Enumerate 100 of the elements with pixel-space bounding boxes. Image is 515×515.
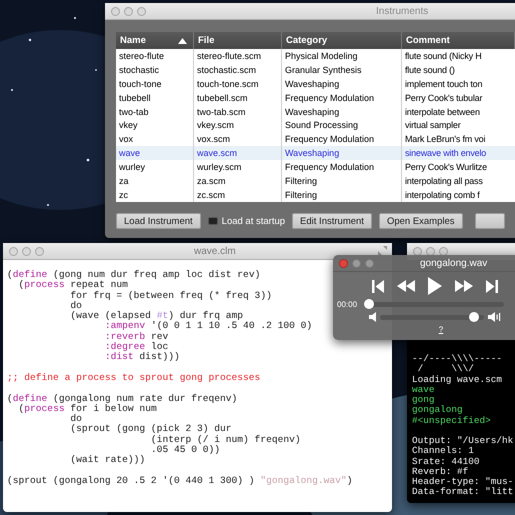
table-cell: vkey.scm — [194, 118, 282, 132]
play-icon[interactable] — [428, 277, 442, 295]
terminal-line: wave — [412, 384, 435, 395]
table-cell: zc.scm — [194, 188, 282, 202]
code-line: :dist dist))) — [104, 352, 180, 363]
code-line: ;; define a process to sprout gong processes — [7, 372, 260, 384]
table-cell: Waveshaping — [282, 104, 402, 118]
code-line: .05 45 0 0)) — [150, 445, 220, 456]
terminal-line: --/----\\\\----- — [412, 354, 502, 364]
table-cell: wave.scm — [194, 146, 282, 160]
code-line: :reverb rev — [104, 332, 168, 342]
table-cell: Waveshaping — [282, 76, 402, 91]
code-line: (define (gong num dur freq amp loc dist rev) — [7, 270, 260, 280]
terminal-line: / \\\/ — [416, 364, 474, 374]
code-line: (define (gongalong num rate dur freqenv) — [7, 394, 238, 404]
table-cell: two-tab — [116, 104, 194, 118]
table-cell: two-tab.scm — [194, 104, 282, 118]
table-cell-text: flute sound () — [404, 64, 456, 77]
table-row[interactable]: two-tab two-tab.scm Waveshaping interpolate between — [116, 104, 515, 118]
code-line: for frq = (between freq (* freq 3)) — [69, 290, 272, 301]
window-title: gongalong.wav — [420, 258, 488, 268]
table-cell: stochastic.scm — [194, 62, 282, 77]
code-line: (sprout (gongalong 20 .5 2 '(0 440 1 300) ) "gongalong.wav") — [7, 476, 352, 486]
table-cell-text: virtual sampler — [404, 119, 462, 132]
table-row[interactable]: stochastic stochastic.scm Granular Synthesis flute sound () — [116, 62, 515, 77]
table-row[interactable]: zc zc.scm Filtering interpolating comb f — [116, 188, 515, 202]
column-header[interactable]: Comment — [402, 32, 515, 49]
table-cell-text: interpolate between — [404, 106, 481, 118]
column-header[interactable]: Name — [116, 32, 194, 49]
help-link[interactable]: ? — [438, 325, 444, 334]
terminal-line: Output: "/Users/hk — [412, 436, 514, 446]
table-cell-text: Perry Cook's Wurlitze — [404, 161, 488, 174]
table-row[interactable]: za za.scm Filtering interpolating all pass — [116, 174, 515, 188]
table-cell: Granular Synthesis — [282, 62, 402, 77]
table-cell: tubebell — [116, 90, 194, 105]
slider-thumb[interactable] — [364, 299, 374, 309]
table-cell: wurley.scm — [194, 160, 282, 174]
hud-button[interactable]: Edit Instrument — [292, 213, 372, 229]
table-cell: za — [116, 174, 194, 188]
table-cell: Filtering — [282, 174, 402, 188]
table-cell-text: sinewave with envelo — [404, 147, 488, 160]
table-cell: wurley — [116, 160, 194, 174]
code-line: (wave (elapsed #t) dur frq amp — [69, 311, 244, 322]
table-cell: zc — [116, 188, 194, 202]
table-cell: Sound Processing — [282, 118, 402, 132]
zoom-button[interactable] — [439, 246, 448, 256]
table-cell-text: Mark LeBrun's fm voi — [404, 133, 486, 146]
close-button[interactable] — [413, 246, 422, 256]
terminal-line: Loading wave.scm — [412, 374, 502, 385]
terminal-line: Header-type: "mus- — [412, 477, 514, 487]
table-cell: za.scm — [194, 174, 282, 188]
code-line: :degree loc — [104, 342, 168, 352]
table-cell-text: flute sound (Nicky H — [404, 50, 483, 63]
code-line: (process for i below num — [18, 404, 157, 414]
position-slider[interactable] — [364, 302, 504, 306]
hud-button[interactable]: Load Instrument — [116, 213, 201, 229]
speaker-low-icon[interactable] — [369, 312, 376, 322]
slider-thumb[interactable] — [469, 312, 480, 322]
table-cell-text: interpolating comb f — [404, 188, 481, 202]
terminal-line: Srate: 44100 — [412, 456, 480, 467]
table-cell: tubebell.scm — [194, 90, 282, 105]
code-line: :ampenv '(0 0 1 1 10 .5 40 .2 100 0) — [104, 321, 312, 332]
checkbox[interactable]: Load at startup — [208, 216, 286, 226]
table-cell: wave — [116, 146, 194, 160]
table-row[interactable]: wurley wurley.scm Frequency Modulation Perry Cook's Wurlitze — [116, 160, 515, 174]
window-title: Instruments — [376, 6, 428, 16]
table-cell-text: Perry Cook's tubular — [404, 92, 484, 105]
table-cell: touch-tone — [116, 76, 194, 91]
table-row[interactable]: tubebell tubebell.scm Frequency Modulation Perry Cook's tubular — [116, 90, 515, 105]
table-cell: Frequency Modulation — [282, 90, 402, 105]
skip-forward-icon[interactable] — [486, 280, 498, 292]
table-cell: Waveshaping — [282, 146, 402, 160]
checkbox-icon[interactable] — [208, 217, 218, 225]
terminal-line: gongalong — [412, 405, 463, 416]
skip-back-icon[interactable] — [372, 280, 384, 292]
table-cell: touch-tone.scm — [194, 76, 282, 91]
hud-button[interactable]: Open Examples — [378, 213, 463, 229]
rewind-icon[interactable] — [397, 280, 415, 292]
column-header[interactable]: Category — [282, 32, 402, 49]
table-cell: stereo-flute.scm — [194, 49, 282, 63]
table-row[interactable]: touch-tone touch-tone.scm Waveshaping implement touch ton — [116, 76, 515, 91]
minimize-button[interactable] — [426, 246, 435, 256]
table-row[interactable]: wave wave.scm Waveshaping sinewave with envelo — [116, 146, 515, 160]
table-cell: Frequency Modulation — [282, 160, 402, 174]
checkbox-label: Load at startup — [222, 216, 286, 226]
time-label: 00:00 — [337, 300, 358, 308]
fast-forward-icon[interactable] — [455, 280, 473, 292]
terminal-line: #<unspecified> — [412, 416, 491, 426]
table-cell: vkey — [116, 118, 194, 132]
cut-off-button[interactable] — [474, 213, 505, 229]
code-line: do — [69, 414, 82, 424]
column-header[interactable]: File — [194, 32, 282, 49]
volume-slider[interactable] — [380, 314, 484, 320]
table-cell: Physical Modeling — [282, 49, 402, 63]
table-row[interactable]: stereo-flute stereo-flute.scm Physical Modeling flute sound (Nicky H — [116, 49, 515, 63]
table-row[interactable]: vkey vkey.scm Sound Processing virtual sampler — [116, 118, 515, 132]
speaker-high-icon[interactable] — [488, 312, 501, 322]
terminal-line: Data-format: "litt — [412, 487, 514, 498]
code-line: (sprout (gong (pick 2 3) dur — [69, 424, 232, 435]
terminal-line: gong — [412, 395, 435, 405]
